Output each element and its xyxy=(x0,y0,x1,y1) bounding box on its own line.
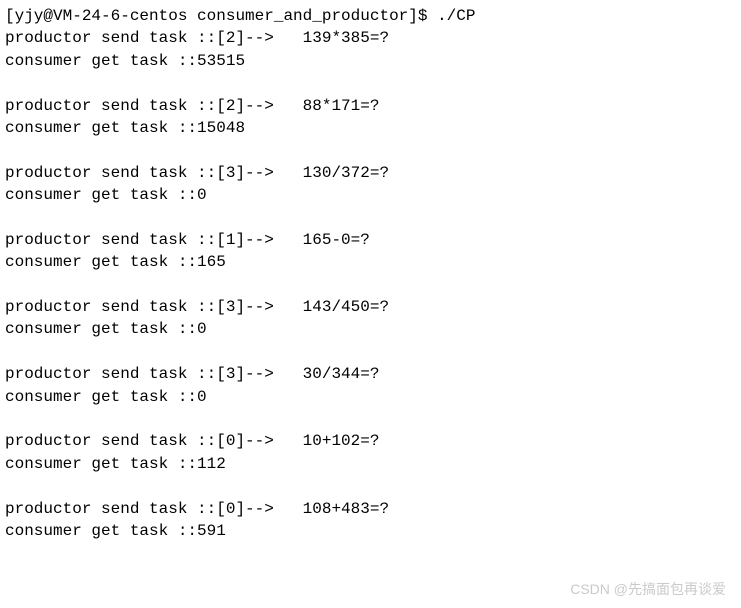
blank-line xyxy=(5,341,736,363)
productor-line: productor send task ::[1]--> 165-0=? xyxy=(5,229,736,251)
productor-line: productor send task ::[0]--> 10+102=? xyxy=(5,430,736,452)
productor-line: productor send task ::[0]--> 108+483=? xyxy=(5,498,736,520)
consumer-line: consumer get task ::591 xyxy=(5,520,736,542)
consumer-line: consumer get task ::15048 xyxy=(5,117,736,139)
blank-line xyxy=(5,408,736,430)
blank-line xyxy=(5,274,736,296)
productor-line: productor send task ::[3]--> 143/450=? xyxy=(5,296,736,318)
productor-line: productor send task ::[2]--> 88*171=? xyxy=(5,95,736,117)
watermark: CSDN @先搞面包再谈爱 xyxy=(570,580,726,600)
terminal-output: productor send task ::[2]--> 139*385=?co… xyxy=(5,27,736,542)
productor-line: productor send task ::[3]--> 30/344=? xyxy=(5,363,736,385)
productor-line: productor send task ::[3]--> 130/372=? xyxy=(5,162,736,184)
consumer-line: consumer get task ::112 xyxy=(5,453,736,475)
blank-line xyxy=(5,475,736,497)
consumer-line: consumer get task ::165 xyxy=(5,251,736,273)
productor-line: productor send task ::[2]--> 139*385=? xyxy=(5,27,736,49)
blank-line xyxy=(5,72,736,94)
consumer-line: consumer get task ::53515 xyxy=(5,50,736,72)
consumer-line: consumer get task ::0 xyxy=(5,386,736,408)
blank-line xyxy=(5,139,736,161)
terminal-prompt: [yjy@VM-24-6-centos consumer_and_product… xyxy=(5,5,736,27)
consumer-line: consumer get task ::0 xyxy=(5,318,736,340)
blank-line xyxy=(5,207,736,229)
consumer-line: consumer get task ::0 xyxy=(5,184,736,206)
